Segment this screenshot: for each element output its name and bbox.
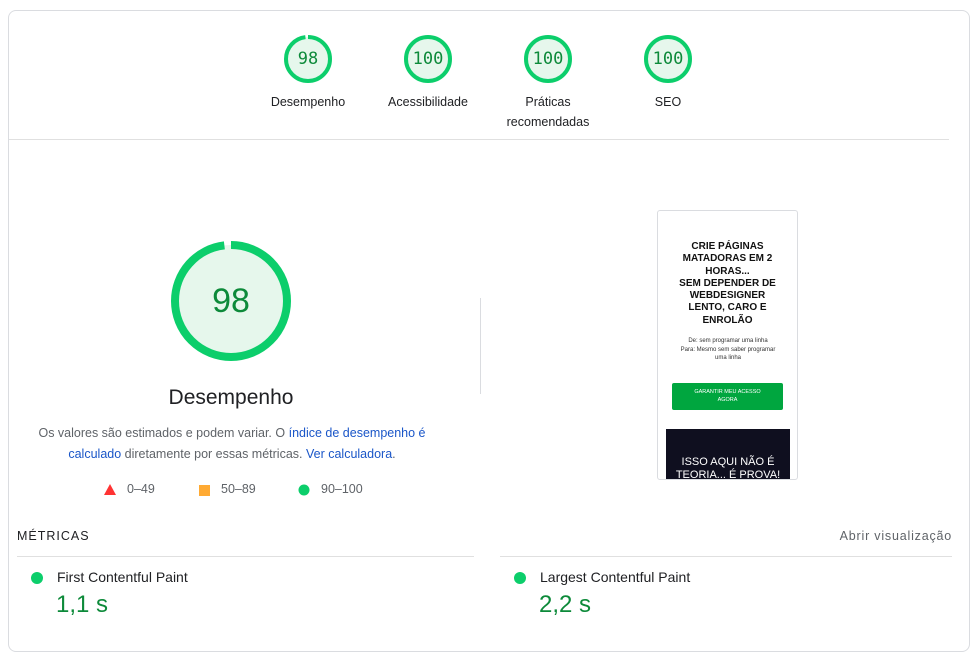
screenshot-headline-4: SEM DEPENDER DE	[679, 277, 776, 289]
pass-circle-icon	[514, 572, 526, 584]
final-screenshot[interactable]: CRIE PÁGINAS MATADORAS EM 2 HORAS... SEM…	[657, 210, 798, 480]
best-practices-label-line1: Práticas	[525, 95, 571, 109]
performance-description: Os valores são estimados e podem variar.…	[22, 423, 442, 465]
metrics-divider-left	[17, 556, 474, 557]
category-performance[interactable]: 98 Desempenho	[248, 34, 368, 112]
seo-label: SEO	[654, 95, 682, 109]
seo-gauge: 100	[643, 34, 693, 84]
best-practices-score: 100	[532, 49, 564, 69]
fail-triangle-icon	[104, 484, 116, 495]
metric-lcp-value: 2,2 s	[539, 591, 592, 618]
screenshot-headline: CRIE PÁGINAS MATADORAS EM 2 HORAS... SEM…	[662, 241, 793, 327]
accessibility-label: Acessibilidade	[388, 95, 468, 109]
accessibility-gauge: 100	[403, 34, 453, 84]
open-view-toggle[interactable]: Abrir visualização	[840, 529, 952, 543]
vertical-divider	[480, 298, 481, 394]
category-accessibility[interactable]: 100 Acessibilidade	[368, 34, 488, 112]
desc-text-3: .	[392, 447, 396, 461]
performance-big-gauge: 98	[170, 240, 292, 362]
screenshot-headline-6: LENTO, CARO E	[688, 302, 767, 314]
screenshot-subtext: De: sem programar uma linha Para: Mesmo …	[668, 337, 788, 363]
performance-big-score: 98	[212, 282, 250, 320]
calculator-link[interactable]: Ver calculadora	[306, 447, 392, 461]
legend-pass-range: 90–100	[321, 482, 363, 496]
screenshot-sub-2: Para: Mesmo sem saber programar	[680, 346, 776, 353]
screenshot-button-1: GARANTIR MEU ACESSO	[694, 389, 761, 395]
average-square-icon	[199, 485, 210, 496]
metric-lcp-name: Largest Contentful Paint	[540, 569, 691, 585]
metric-fcp-value: 1,1 s	[56, 591, 109, 618]
screenshot-headline-7: ENROLÃO	[702, 314, 753, 326]
pass-circle-icon	[31, 572, 43, 584]
legend-average-range: 50–89	[221, 482, 256, 496]
screenshot-headline-5: WEBDESIGNER	[689, 290, 766, 302]
desc-text-2: diretamente por essas métricas.	[121, 447, 306, 461]
screenshot-headline-3: HORAS...	[705, 265, 750, 277]
screenshot-dark-section: ISSO AQUI NÃO É TEORIA... É PROVA!	[666, 429, 790, 479]
metrics-heading: MÉTRICAS	[17, 529, 90, 543]
performance-label: Desempenho	[270, 95, 346, 109]
header-divider	[9, 139, 949, 140]
screenshot-button-2: AGORA	[717, 397, 738, 403]
screenshot-headline-1: CRIE PÁGINAS	[691, 241, 764, 252]
pass-circle-icon	[298, 484, 310, 496]
performance-title: Desempenho	[168, 386, 294, 409]
screenshot-sub-1: De: sem programar uma linha	[688, 338, 768, 344]
category-seo[interactable]: 100 SEO	[608, 34, 728, 112]
metric-fcp-name: First Contentful Paint	[57, 569, 188, 585]
screenshot-headline-2: MATADORAS EM 2	[682, 253, 773, 265]
best-practices-label: Práticas recomendadas	[488, 92, 608, 132]
metrics-divider-right	[500, 556, 952, 557]
performance-score: 98	[297, 49, 319, 69]
desc-text-1: Os valores são estimados e podem variar.…	[38, 426, 289, 440]
best-practices-label-line2: recomendadas	[506, 115, 590, 129]
accessibility-score: 100	[412, 49, 444, 69]
performance-gauge: 98	[283, 34, 333, 84]
legend-fail-range: 0–49	[127, 482, 155, 496]
screenshot-cta-button: GARANTIR MEU ACESSO AGORA	[672, 383, 783, 410]
seo-score: 100	[652, 49, 684, 69]
screenshot-sub-3: uma linha	[714, 355, 741, 361]
best-practices-gauge: 100	[523, 34, 573, 84]
category-best-practices[interactable]: 100 Práticas recomendadas	[488, 34, 608, 132]
